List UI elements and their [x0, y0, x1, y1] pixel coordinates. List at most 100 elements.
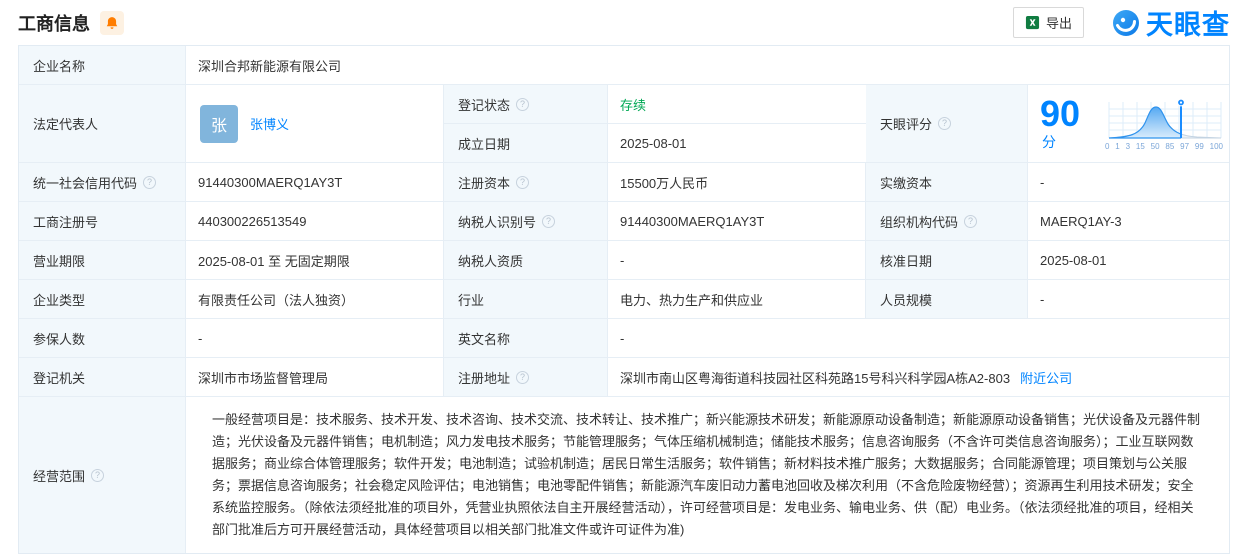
org-code-value: MAERQ1AY-3	[1028, 202, 1229, 241]
export-label: 导出	[1046, 13, 1072, 32]
reg-authority-value: 深圳市市场监督管理局	[186, 358, 444, 397]
bell-icon	[105, 16, 119, 30]
axis-tick: 99	[1195, 142, 1204, 151]
section-header: 工商信息 导出	[18, 0, 1230, 45]
credit-code-label-cell: 统一社会信用代码	[19, 163, 186, 202]
axis-tick: 15	[1136, 142, 1145, 151]
score-label-cell: 天眼评分	[866, 85, 1028, 163]
establish-date-label: 成立日期	[444, 124, 608, 163]
insured-count-value: -	[186, 319, 444, 358]
axis-tick: 85	[1165, 142, 1174, 151]
page-title: 工商信息	[18, 10, 90, 36]
score-curve	[1105, 97, 1223, 141]
business-scope-label-cell: 经营范围	[19, 397, 186, 553]
industry-label: 行业	[444, 280, 608, 319]
org-code-label: 组织机构代码	[880, 212, 958, 231]
industry-value: 电力、热力生产和供应业	[608, 280, 866, 319]
reg-capital-label: 注册资本	[458, 173, 510, 192]
axis-tick: 100	[1210, 142, 1223, 151]
company-name-label: 企业名称	[19, 46, 186, 85]
credit-code-value: 91440300MAERQ1AY3T	[186, 163, 444, 202]
help-icon[interactable]	[542, 215, 555, 228]
table-row: 统一社会信用代码 91440300MAERQ1AY3T 注册资本 15500万人…	[19, 163, 1229, 202]
help-icon[interactable]	[516, 176, 529, 189]
business-term-label: 营业期限	[19, 241, 186, 280]
reg-authority-label: 登记机关	[19, 358, 186, 397]
axis-tick: 0	[1105, 142, 1109, 151]
reg-address-label: 注册地址	[458, 368, 510, 387]
business-info-panel: 工商信息 导出	[0, 0, 1248, 554]
reg-number-value: 440300226513549	[186, 202, 444, 241]
score-axis-ticks: 013 15 50 85 97 99 100	[1105, 142, 1223, 151]
taxpayer-id-label-cell: 纳税人识别号	[444, 202, 608, 241]
credit-code-label: 统一社会信用代码	[33, 173, 137, 192]
score-label: 天眼评分	[880, 114, 932, 133]
table-row: 登记机关 深圳市市场监督管理局 注册地址 深圳市南山区粤海街道科技园社区科苑路1…	[19, 358, 1229, 397]
reg-address-value: 深圳市南山区粤海街道科技园社区科苑路15号科兴科学园A栋A2-803	[620, 368, 1010, 387]
export-button[interactable]: 导出	[1013, 7, 1084, 38]
table-row: 法定代表人 张 张博义 登记状态 存续 成立日期 2025-08-01	[19, 85, 1229, 163]
reg-status-label-cell: 登记状态	[444, 85, 608, 124]
help-icon[interactable]	[91, 469, 104, 482]
staff-size-label: 人员规模	[866, 280, 1028, 319]
tianyancha-logo-icon	[1112, 9, 1140, 37]
reg-status-value: 存续	[608, 85, 866, 124]
reg-status-label: 登记状态	[458, 95, 510, 114]
english-name-label: 英文名称	[444, 319, 608, 358]
legal-rep-link[interactable]: 张博义	[250, 114, 289, 133]
staff-size-value: -	[1028, 280, 1229, 319]
axis-tick: 1	[1115, 142, 1119, 151]
avatar[interactable]: 张	[200, 105, 238, 143]
taxpayer-qual-label: 纳税人资质	[444, 241, 608, 280]
monitor-bell-button[interactable]	[100, 11, 124, 35]
score-distribution-chart: 013 15 50 85 97 99 100	[1105, 97, 1223, 151]
table-row: 企业名称 深圳合邦新能源有限公司	[19, 46, 1229, 85]
help-icon[interactable]	[938, 117, 951, 130]
business-term-value: 2025-08-01 至 无固定期限	[186, 241, 444, 280]
help-icon[interactable]	[516, 98, 529, 111]
business-scope-label: 经营范围	[33, 466, 85, 485]
insured-count-label: 参保人数	[19, 319, 186, 358]
axis-tick: 3	[1126, 142, 1130, 151]
reg-capital-label-cell: 注册资本	[444, 163, 608, 202]
approval-date-value: 2025-08-01	[1028, 241, 1229, 280]
legal-rep-cell: 张 张博义	[186, 85, 444, 163]
reg-number-label: 工商注册号	[19, 202, 186, 241]
table-row: 企业类型 有限责任公司（法人独资） 行业 电力、热力生产和供应业 人员规模 -	[19, 280, 1229, 319]
approval-date-label: 核准日期	[866, 241, 1028, 280]
help-icon[interactable]	[964, 215, 977, 228]
status-date-subgrid: 登记状态 存续 成立日期 2025-08-01	[444, 85, 866, 163]
nearby-companies-link[interactable]: 附近公司	[1020, 368, 1072, 387]
reg-address-label-cell: 注册地址	[444, 358, 608, 397]
score-number: 90	[1040, 93, 1080, 134]
table-row: 参保人数 - 英文名称 -	[19, 319, 1229, 358]
company-type-label: 企业类型	[19, 280, 186, 319]
score-value: 90分	[1040, 96, 1095, 152]
english-name-value: -	[608, 319, 1229, 358]
help-icon[interactable]	[143, 176, 156, 189]
reg-capital-value: 15500万人民币	[608, 163, 866, 202]
business-scope-value: 一般经营项目是：技术服务、技术开发、技术咨询、技术交流、技术转让、技术推广；新兴…	[198, 397, 1219, 553]
axis-tick: 97	[1180, 142, 1189, 151]
brand-name: 天眼查	[1146, 3, 1230, 42]
org-code-label-cell: 组织机构代码	[866, 202, 1028, 241]
company-type-value: 有限责任公司（法人独资）	[186, 280, 444, 319]
legal-rep-label: 法定代表人	[19, 85, 186, 163]
company-name-value: 深圳合邦新能源有限公司	[186, 46, 1229, 85]
taxpayer-qual-value: -	[608, 241, 866, 280]
taxpayer-id-label: 纳税人识别号	[458, 212, 536, 231]
paid-capital-value: -	[1028, 163, 1229, 202]
reg-address-cell: 深圳市南山区粤海街道科技园社区科苑路15号科兴科学园A栋A2-803 附近公司	[608, 358, 1229, 397]
table-row: 经营范围 一般经营项目是：技术服务、技术开发、技术咨询、技术交流、技术转让、技术…	[19, 397, 1229, 553]
table-row: 工商注册号 440300226513549 纳税人识别号 91440300MAE…	[19, 202, 1229, 241]
excel-icon	[1025, 15, 1040, 30]
score-unit: 分	[1042, 134, 1056, 150]
paid-capital-label: 实缴资本	[866, 163, 1028, 202]
taxpayer-id-value: 91440300MAERQ1AY3T	[608, 202, 866, 241]
business-info-table: 企业名称 深圳合邦新能源有限公司 法定代表人 张 张博义 登记状态 存续 成立日…	[18, 45, 1230, 554]
table-row: 营业期限 2025-08-01 至 无固定期限 纳税人资质 - 核准日期 202…	[19, 241, 1229, 280]
score-cell: 90分	[1028, 85, 1229, 163]
brand-logo[interactable]: 天眼查	[1112, 3, 1230, 42]
axis-tick: 50	[1151, 142, 1160, 151]
help-icon[interactable]	[516, 371, 529, 384]
